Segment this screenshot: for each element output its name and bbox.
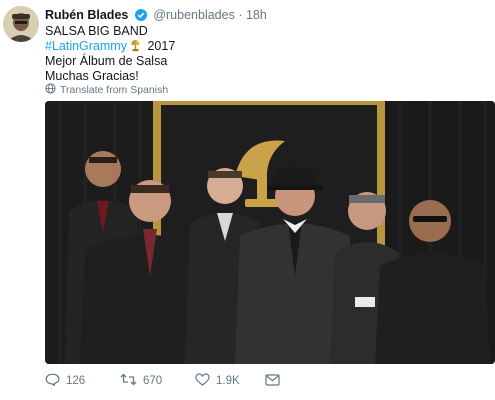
envelope-icon xyxy=(265,373,280,389)
tweet-line: Muchas Gracias! xyxy=(45,69,139,83)
reply-icon xyxy=(45,373,60,389)
translate-label: Translate from Spanish xyxy=(60,84,169,96)
reply-button[interactable]: 126 xyxy=(45,373,120,389)
translate-link[interactable]: Translate from Spanish xyxy=(45,83,168,97)
author-name[interactable]: Rubén Blades xyxy=(45,8,128,22)
direct-message-button[interactable] xyxy=(265,373,280,389)
tweet-card[interactable]: Rubén Blades @rubenblades · 18h SALSA BI… xyxy=(0,0,495,400)
globe-icon xyxy=(45,83,56,97)
author-handle[interactable]: @rubenblades xyxy=(153,8,235,22)
avatar[interactable] xyxy=(3,6,39,42)
hashtag-link[interactable]: #LatinGrammy xyxy=(45,39,127,53)
timestamp[interactable]: 18h xyxy=(246,8,267,22)
like-button[interactable]: 1.9K xyxy=(195,373,265,389)
tweet-line: SALSA BIG BAND xyxy=(45,24,148,38)
tweet-actions: 126 670 1.9K xyxy=(45,372,280,390)
verified-badge-icon xyxy=(134,9,147,24)
tweet-header: Rubén Blades @rubenblades · 18h xyxy=(45,8,267,24)
tweet-line: Mejor Álbum de Salsa xyxy=(45,54,168,68)
like-count: 1.9K xyxy=(216,375,240,387)
tweet-photo[interactable] xyxy=(45,101,495,364)
year-text: 2017 xyxy=(147,39,176,53)
reply-count: 126 xyxy=(66,375,86,387)
heart-icon xyxy=(195,373,210,389)
separator-dot: · xyxy=(238,8,243,22)
tweet-line: #LatinGrammy 2017 xyxy=(45,39,175,54)
retweet-icon xyxy=(120,373,137,389)
retweet-button[interactable]: 670 xyxy=(120,373,195,389)
retweet-count: 670 xyxy=(143,375,163,387)
tweet-text: SALSA BIG BAND #LatinGrammy 2017 Mejor Á… xyxy=(45,24,175,84)
